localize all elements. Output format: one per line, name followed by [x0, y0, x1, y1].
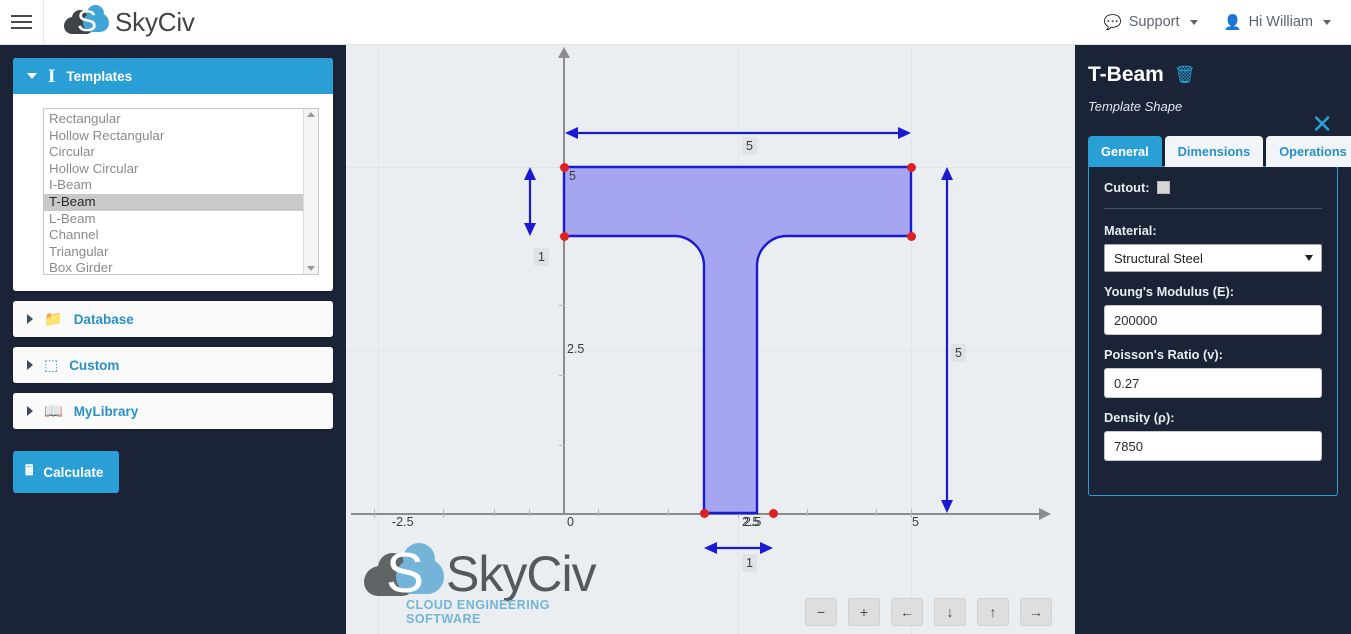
watermark-cloud-icon: S	[364, 541, 450, 605]
left-sidebar: I Templates Rectangular Hollow Rectangul…	[0, 45, 346, 634]
list-item[interactable]: Triangular	[44, 244, 303, 261]
support-label: Support	[1128, 14, 1180, 30]
mylibrary-panel-header[interactable]: 📖 MyLibrary	[13, 393, 333, 429]
chevron-down-icon	[27, 73, 37, 79]
cutout-label: Cutout:	[1104, 180, 1150, 195]
user-icon: 👤	[1223, 14, 1242, 31]
template-listbox[interactable]: Rectangular Hollow Rectangular Circular …	[43, 108, 319, 275]
section-canvas[interactable]: -2.5 0 2.5 5 2.5 5 5 1 5 1 2.5 S SkyCiv …	[346, 45, 1075, 634]
templates-panel-header[interactable]: I Templates	[13, 58, 333, 94]
watermark-s-glyph: S	[386, 541, 425, 605]
brand-name: SkyCiv	[115, 6, 195, 37]
section-builder-app: S SkyCiv 💬 Support 👤 Hi William I Templa…	[0, 0, 1351, 634]
pan-down-button[interactable]: ↓	[934, 598, 966, 626]
properties-panel: ✕ T-Beam 🗑 Template Shape General Dimens…	[1075, 45, 1351, 634]
x-tick-label-duplicate: 2.5	[744, 515, 762, 529]
chat-icon: 💬	[1103, 14, 1122, 31]
database-panel-title: Database	[73, 311, 134, 327]
poissons-ratio-field[interactable]: 0.27	[1104, 368, 1322, 398]
general-tab-pane: Cutout: Material: Structural Steel Young…	[1088, 166, 1338, 496]
list-item[interactable]: Hollow Circular	[44, 161, 303, 178]
watermark-name: SkyCiv	[446, 546, 597, 602]
list-item[interactable]: Circular	[44, 144, 303, 161]
zoom-in-button[interactable]: +	[848, 598, 880, 626]
user-menu[interactable]: 👤 Hi William	[1223, 14, 1331, 31]
template-list: Rectangular Hollow Rectangular Circular …	[44, 109, 303, 274]
density-field[interactable]: 7850	[1104, 431, 1322, 461]
zoom-out-button[interactable]: −	[805, 598, 837, 626]
skyciv-cloud-icon: S	[64, 5, 112, 38]
chevron-right-icon	[27, 406, 33, 416]
list-item[interactable]: I-Beam	[44, 177, 303, 194]
material-select[interactable]: Structural Steel	[1104, 244, 1322, 272]
poissons-ratio-label: Poisson's Ratio (v):	[1104, 347, 1223, 362]
page-title: T-Beam	[1088, 63, 1164, 86]
tab-general[interactable]: General	[1088, 136, 1162, 167]
tab-operations[interactable]: Operations	[1266, 136, 1351, 167]
density-label: Density (ρ):	[1104, 410, 1175, 425]
calculate-label: Calculate	[43, 464, 104, 480]
skyciv-s-glyph: S	[77, 5, 98, 38]
dimension-label-web-thickness: 1	[742, 554, 757, 572]
tab-dimensions[interactable]: Dimensions	[1164, 136, 1264, 167]
chevron-down-icon	[1189, 19, 1198, 25]
calculate-button[interactable]: 🖩 Calculate	[13, 451, 120, 493]
canvas-view-controls: − + ← ↓ ↑ →	[805, 598, 1052, 626]
custom-panel-header[interactable]: ⬚ Custom	[13, 347, 333, 383]
custom-shape-icon: ⬚	[44, 357, 59, 374]
material-label: Material:	[1104, 223, 1157, 238]
list-item[interactable]: Box Girder	[44, 260, 303, 274]
list-item[interactable]: L-Beam	[44, 211, 303, 228]
properties-title-row: T-Beam 🗑	[1088, 63, 1338, 87]
brand-logo[interactable]: S SkyCiv	[64, 5, 195, 38]
list-item[interactable]: Hollow Rectangular	[44, 128, 303, 145]
support-menu[interactable]: 💬 Support	[1104, 14, 1198, 31]
top-navigation-bar: S SkyCiv 💬 Support 👤 Hi William	[0, 0, 1351, 45]
chevron-right-icon	[27, 314, 33, 324]
template-list-scrollbar[interactable]	[303, 109, 318, 274]
top-right-menu: 💬 Support 👤 Hi William	[1104, 14, 1351, 31]
close-icon[interactable]: ✕	[1311, 111, 1333, 137]
book-icon: 📖	[44, 403, 63, 420]
list-item[interactable]: Rectangular	[44, 111, 303, 128]
folder-icon: 📁	[44, 311, 63, 328]
custom-panel-title: Custom	[69, 357, 120, 373]
hamburger-icon[interactable]	[0, 0, 44, 45]
i-beam-icon: I	[48, 65, 56, 87]
chevron-right-icon	[27, 360, 33, 370]
pan-right-button[interactable]: →	[1020, 598, 1052, 626]
scroll-down-icon[interactable]	[307, 266, 315, 271]
dimension-label-flange-width: 5	[742, 137, 757, 155]
list-item[interactable]: Channel	[44, 227, 303, 244]
templates-panel-title: Templates	[66, 68, 133, 84]
mylibrary-panel-title: MyLibrary	[73, 403, 139, 419]
calculator-icon: 🖩	[25, 462, 34, 478]
skyciv-watermark: S SkyCiv CLOUD ENGINEERING SOFTWARE	[364, 541, 614, 626]
properties-subtitle: Template Shape	[1088, 99, 1183, 114]
cutout-checkbox[interactable]	[1157, 181, 1171, 194]
database-panel-header[interactable]: 📁 Database	[13, 301, 333, 337]
pan-up-button[interactable]: ↑	[977, 598, 1009, 626]
chevron-down-icon	[1323, 19, 1331, 25]
templates-panel-body: Rectangular Hollow Rectangular Circular …	[13, 94, 333, 291]
user-label: Hi William	[1248, 14, 1313, 30]
pan-left-button[interactable]: ←	[891, 598, 923, 626]
custom-panel: ⬚ Custom	[13, 347, 333, 383]
dimension-label-flange-thickness: 1	[534, 248, 549, 266]
scroll-up-icon[interactable]	[307, 112, 315, 117]
database-panel: 📁 Database	[13, 301, 333, 337]
trash-icon[interactable]: 🗑	[1174, 65, 1196, 85]
watermark-tagline: CLOUD ENGINEERING SOFTWARE	[406, 598, 550, 626]
properties-tabs: General Dimensions Operations	[1088, 136, 1351, 167]
divider	[1104, 208, 1322, 209]
cutout-row: Cutout:	[1104, 180, 1322, 195]
dimension-label-total-depth: 5	[951, 344, 966, 362]
youngs-modulus-label: Young's Modulus (E):	[1104, 284, 1235, 299]
youngs-modulus-field[interactable]: 200000	[1104, 305, 1322, 335]
list-item-selected[interactable]: T-Beam	[44, 193, 303, 211]
mylibrary-panel: 📖 MyLibrary	[13, 393, 333, 429]
material-value: Structural Steel	[1114, 250, 1203, 266]
chevron-down-icon	[1305, 255, 1313, 261]
templates-panel: I Templates Rectangular Hollow Rectangul…	[13, 58, 333, 291]
